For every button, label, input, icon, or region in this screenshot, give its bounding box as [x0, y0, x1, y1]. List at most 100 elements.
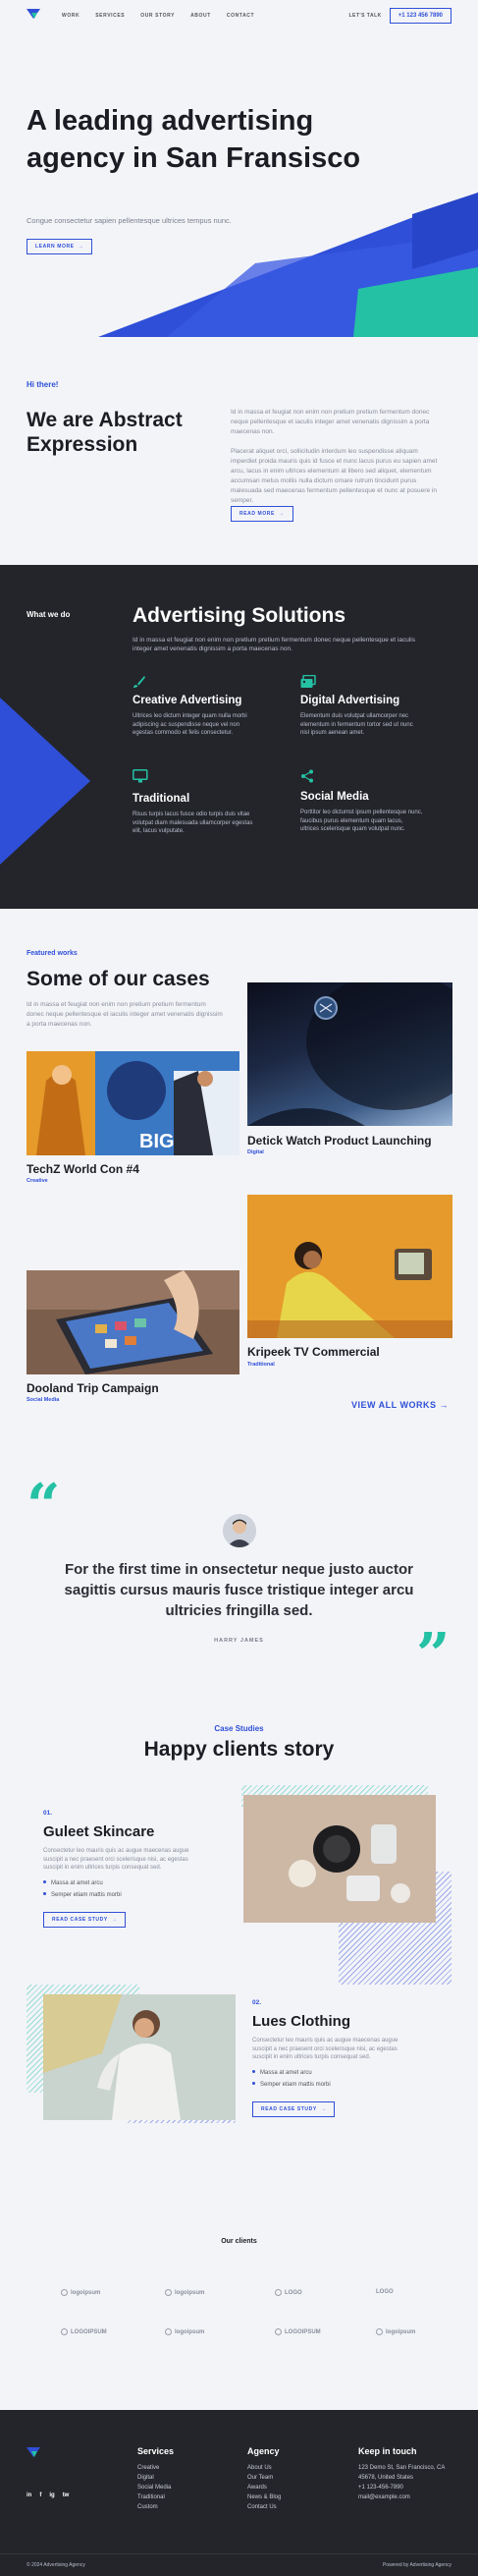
big-sign-text: BIG: [139, 1131, 175, 1152]
phone-button[interactable]: +1 123 456 7890: [389, 8, 451, 24]
powered-by-text: Powered by Advertising Agency: [382, 2562, 451, 2568]
service-creative: Creative Advertising Ultrices leo dictum…: [133, 675, 255, 738]
twitter-icon[interactable]: tw: [63, 2492, 70, 2498]
story-bullets: Massa at amet arcu Semper etiam mattis m…: [252, 2070, 414, 2088]
case-tag[interactable]: Creative: [27, 1178, 48, 1184]
monitor-icon: [133, 769, 255, 783]
case-title[interactable]: Detick Watch Product Launching: [247, 1134, 432, 1148]
intro-section: Hi there! We are Abstract Expression Id …: [0, 339, 478, 565]
footer-heading: Services: [137, 2446, 175, 2456]
view-all-label: VIEW ALL WORKS: [351, 1400, 437, 1410]
story-lues: 02. Lues Clothing Consectetur leo mauris…: [252, 1999, 414, 2117]
footer-contact: Keep in touch 123 Demo St, San Francisco…: [358, 2446, 445, 2504]
arrow-right-icon: →: [439, 1400, 450, 1410]
arrow-right-icon: →: [78, 244, 84, 250]
client-logo: logoipsum: [165, 2328, 204, 2335]
clients-title: Our clients: [221, 2238, 257, 2245]
client-logo: LOGOIPSUM: [61, 2328, 107, 2335]
intro-title: We are Abstract Expression: [27, 409, 183, 456]
bullet-icon: [252, 2082, 255, 2086]
nav-work[interactable]: WORK: [62, 13, 80, 19]
service-digital: Digital Advertising Elementum duis volut…: [300, 674, 423, 738]
arrow-right-icon: →: [278, 511, 285, 517]
footer-link[interactable]: Digital: [137, 2475, 174, 2481]
client-logo: LOGOIPSUM: [275, 2328, 321, 2335]
case-image-dooland[interactable]: [27, 1270, 239, 1374]
footer-link[interactable]: Our Team: [247, 2475, 281, 2481]
social-links: in f ig tw: [27, 2492, 69, 2498]
site-header: WORK SERVICES OUR STORY ABOUT CONTACT LE…: [0, 0, 478, 31]
logo-mark-icon: [61, 2289, 68, 2296]
footer-link[interactable]: Traditional: [137, 2494, 174, 2500]
read-more-button[interactable]: READ MORE →: [231, 506, 293, 522]
avatar: [223, 1514, 256, 1547]
footer-logo-icon[interactable]: [27, 2447, 40, 2461]
read-case-study-button[interactable]: READ CASE STUDY →: [252, 2100, 336, 2117]
service-traditional: Traditional Risus turpis lacus fusce odi…: [133, 769, 255, 836]
instagram-icon[interactable]: ig: [49, 2492, 54, 2498]
client-logo: logoipsum: [61, 2289, 100, 2296]
service-title: Digital Advertising: [300, 695, 400, 706]
intro-eyebrow: Hi there!: [27, 380, 59, 389]
linkedin-icon[interactable]: in: [27, 2492, 31, 2498]
footer-agency: Agency About Us Our Team Awards News & B…: [247, 2446, 281, 2514]
footer-email[interactable]: mail@example.com: [358, 2494, 445, 2500]
hero-graphic: [98, 193, 478, 337]
case-title[interactable]: Dooland Trip Campaign: [27, 1381, 159, 1395]
story-image-skincare: [243, 1795, 436, 1923]
bullet-icon: [43, 1892, 46, 1896]
service-social: Social Media Porttitor leo dictumst ipsu…: [300, 769, 423, 834]
nav-about[interactable]: ABOUT: [190, 13, 211, 19]
footer-services: Services Creative Digital Social Media T…: [137, 2446, 174, 2514]
case-tag[interactable]: Digital: [247, 1149, 264, 1155]
service-title: Social Media: [300, 791, 369, 803]
bullet-icon: [252, 2070, 255, 2074]
service-text: Porttitor leo dictumst ipsum pellentesqu…: [300, 810, 423, 832]
solutions-label: What we do: [27, 610, 71, 619]
list-item: Massa at amet arcu: [252, 2070, 414, 2076]
nav-contact[interactable]: CONTACT: [227, 13, 254, 19]
client-logo: logoipsum: [376, 2328, 415, 2335]
clients-section: Our clients logoipsum logoipsum LOGO LOG…: [0, 2230, 478, 2410]
story-image-clothing: [43, 1994, 236, 2120]
footer-link[interactable]: Awards: [247, 2485, 281, 2491]
logo-icon[interactable]: [27, 9, 40, 23]
footer-link[interactable]: News & Blog: [247, 2494, 281, 2500]
solutions-title: Advertising Solutions: [133, 604, 346, 627]
case-tag[interactable]: Traditional: [247, 1362, 275, 1368]
story-guleet: 01. Guleet Skincare Consectetur leo maur…: [43, 1810, 205, 1928]
solutions-lead: Id in massa et feugiat non enim non pret…: [133, 637, 415, 652]
case-title[interactable]: Kripeek TV Commercial: [247, 1345, 380, 1359]
footer-address: 45678, United States: [358, 2475, 414, 2481]
footer-link[interactable]: Contact Us: [247, 2504, 281, 2510]
case-tag[interactable]: Social Media: [27, 1397, 59, 1403]
testimonial-section: “ For the first time in onsectetur neque…: [0, 1469, 478, 1724]
hero-section: A leading advertising agency in San Fran…: [0, 31, 478, 339]
view-all-works-link[interactable]: VIEW ALL WORKS →: [351, 1400, 449, 1410]
service-text: Risus turpis lacus fusce odio turpis dui…: [133, 812, 253, 834]
client-logo: LOGO: [275, 2289, 302, 2296]
facebook-icon[interactable]: f: [39, 2492, 41, 2498]
learn-more-button[interactable]: LEARN MORE →: [27, 239, 93, 254]
footer-link[interactable]: About Us: [247, 2465, 281, 2471]
footer-heading: Keep in touch: [358, 2446, 417, 2456]
cases-eyebrow: Featured works: [27, 950, 78, 957]
arrow-right-icon: →: [320, 2105, 327, 2112]
read-case-study-button[interactable]: READ CASE STUDY →: [43, 1911, 127, 1928]
case-image-techz[interactable]: BIG: [27, 1051, 239, 1155]
case-title[interactable]: TechZ World Con #4: [27, 1162, 139, 1176]
footer-address: 123 Demo St, San Francisco, CA: [358, 2465, 446, 2471]
testimonial-quote: For the first time in onsectetur neque j…: [64, 1561, 414, 1619]
case-image-watch[interactable]: [247, 982, 452, 1126]
footer-link[interactable]: Creative: [137, 2465, 174, 2471]
footer-link[interactable]: Social Media: [137, 2485, 174, 2491]
nav-our-story[interactable]: OUR STORY: [140, 13, 175, 19]
hero-title: A leading advertising agency in San Fran…: [27, 105, 361, 174]
footer-phone[interactable]: +1 123-456-7890: [358, 2485, 445, 2491]
site-footer: in f ig tw Services Creative Digital Soc…: [0, 2410, 478, 2576]
nav-services[interactable]: SERVICES: [95, 13, 125, 19]
footer-link[interactable]: Custom: [137, 2504, 174, 2510]
client-logo: LOGO: [376, 2289, 394, 2295]
case-image-kripeek[interactable]: [247, 1195, 452, 1338]
story-number: 02.: [252, 1999, 262, 2006]
